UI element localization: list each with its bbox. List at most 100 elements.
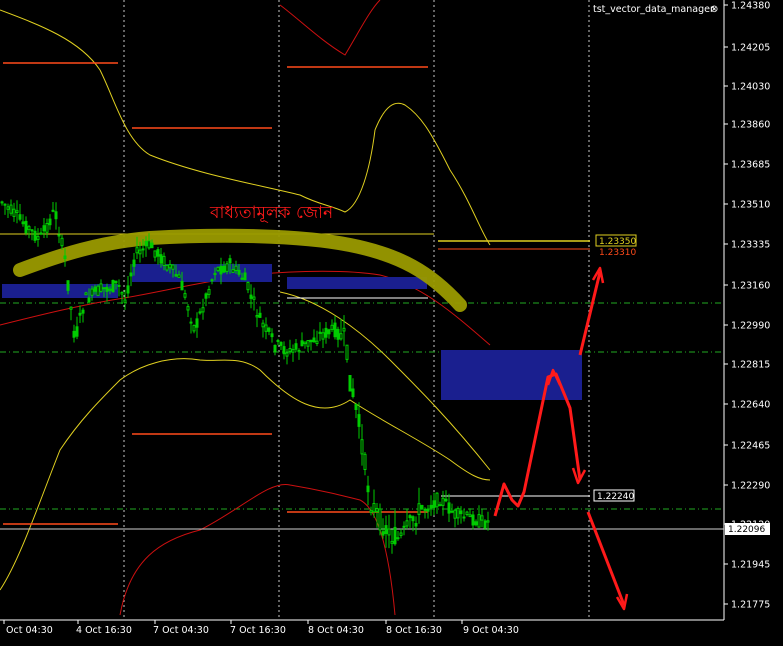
- candle-body: [330, 324, 334, 330]
- candle-body: [459, 510, 463, 515]
- candle-body: [396, 537, 400, 540]
- candle-body: [474, 521, 478, 526]
- candle-body: [210, 279, 214, 282]
- candle-body: [192, 324, 196, 332]
- time-tick-label: 8 Oct 16:30: [386, 625, 442, 636]
- candle-body: [36, 236, 40, 240]
- zone-box-3: [287, 277, 427, 289]
- candle-body: [327, 329, 331, 335]
- candle-body: [66, 280, 70, 291]
- candle-body: [447, 502, 451, 514]
- candle-body: [468, 514, 472, 518]
- candle-body: [138, 249, 142, 255]
- chart-plot-area[interactable]: [0, 0, 724, 620]
- candle-body: [132, 259, 136, 267]
- candle-body: [309, 339, 313, 343]
- candle-body: [42, 225, 46, 232]
- candle-body: [252, 296, 256, 300]
- candle-body: [96, 285, 100, 296]
- candle-body: [438, 504, 442, 507]
- candle-body: [165, 264, 169, 271]
- candle-body: [72, 330, 76, 338]
- candle-body: [12, 208, 16, 217]
- zone-box-4: [441, 350, 582, 400]
- time-tick-label: 9 Oct 04:30: [463, 625, 519, 636]
- candle-body: [477, 514, 481, 528]
- candle-body: [300, 340, 304, 347]
- candle-body: [186, 306, 190, 311]
- price-tick-label: 1.23860: [731, 120, 770, 131]
- candle-body: [222, 265, 226, 273]
- candle-body: [312, 337, 316, 343]
- candle-body: [144, 240, 148, 247]
- candle-body: [123, 299, 127, 303]
- candle-body: [246, 281, 250, 291]
- candle-body: [228, 258, 232, 264]
- candle-body: [279, 341, 283, 346]
- price-label-white-text: 1.22240: [597, 492, 634, 502]
- candle-body: [426, 508, 430, 512]
- candle-body: [318, 331, 322, 334]
- candle-body: [0, 201, 4, 204]
- candle-body: [435, 492, 439, 508]
- candle-body: [414, 523, 418, 527]
- candle-body: [465, 511, 469, 515]
- price-label-upper-red-text: 1.23310: [599, 248, 636, 258]
- zone-annotation: বাধ্যতামূলক জোন: [209, 203, 334, 223]
- candle-body: [114, 280, 118, 284]
- candle-body: [237, 269, 241, 275]
- time-tick-label: Oct 04:30: [6, 625, 53, 636]
- candle-body: [381, 531, 385, 536]
- candle-body: [18, 214, 22, 220]
- candle-body: [303, 341, 307, 345]
- price-tick-label: 1.22465: [731, 441, 770, 452]
- candle-body: [276, 340, 280, 342]
- candle-body: [147, 240, 151, 249]
- candle-body: [177, 274, 181, 278]
- candle-body: [234, 265, 238, 272]
- candle-body: [297, 350, 301, 353]
- price-tick-label: 1.22640: [731, 400, 770, 411]
- candle-body: [15, 210, 19, 213]
- candle-body: [63, 255, 67, 259]
- candle-body: [111, 280, 115, 293]
- candle-body: [273, 344, 277, 352]
- candle-body: [102, 287, 106, 290]
- price-tick-label: 1.23510: [731, 200, 770, 211]
- candle-body: [402, 525, 406, 528]
- candle-body: [354, 404, 358, 411]
- candle-body: [3, 203, 7, 206]
- candle-body: [48, 218, 52, 226]
- zone-box-2: [132, 264, 272, 282]
- candle-body: [261, 322, 265, 328]
- candle-body: [351, 388, 355, 397]
- candle-body: [321, 332, 325, 340]
- candle-body: [267, 327, 271, 332]
- candle-body: [225, 263, 229, 272]
- time-tick-label: 4 Oct 16:30: [76, 625, 132, 636]
- candle-body: [75, 326, 79, 337]
- candle-body: [420, 505, 424, 510]
- time-tick-label: 8 Oct 04:30: [308, 625, 364, 636]
- candle-body: [243, 272, 247, 281]
- current-price-tag: 1.22096: [725, 523, 770, 535]
- candle-body: [258, 312, 262, 318]
- candle-body: [390, 540, 394, 544]
- candle-body: [105, 286, 109, 292]
- candle-body: [375, 508, 379, 512]
- price-chart[interactable]: বাধ্যতামূলক জোন tst_vector_data_manager …: [0, 0, 783, 646]
- candle-body: [81, 309, 85, 314]
- candle-body: [195, 318, 199, 328]
- candle-body: [471, 514, 475, 526]
- price-label-white: 1.22240: [593, 489, 635, 502]
- candle-body: [162, 255, 166, 266]
- close-icon[interactable]: ⊗: [710, 4, 718, 15]
- candle-body: [201, 307, 205, 313]
- candle-body: [441, 497, 445, 506]
- candle-body: [24, 220, 28, 234]
- candle-body: [78, 312, 82, 316]
- price-tick-label: 1.23685: [731, 160, 770, 171]
- price-tick-label: 1.24205: [731, 43, 770, 54]
- candle-body: [108, 288, 112, 291]
- candle-body: [372, 503, 376, 513]
